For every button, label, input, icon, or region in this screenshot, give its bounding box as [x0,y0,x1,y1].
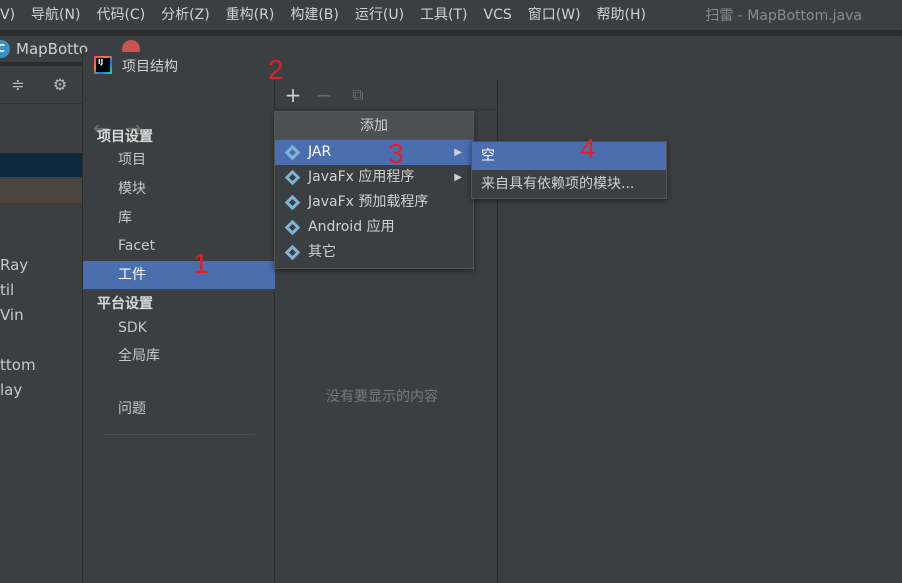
dialog-title: 项目结构 [122,59,178,75]
submenu-arrow-icon: ▶ [454,147,462,158]
main-menubar: V) 导航(N) 代码(C) 分析(Z) 重构(R) 构建(B) 运行(U) 工… [0,0,902,30]
menu-window[interactable]: 窗口(W) [520,0,589,30]
sidebar-item-global-libraries[interactable]: 全局库 [83,342,275,370]
empty-state-text: 没有要显示的内容 [326,389,438,405]
popup-item-label: JavaFx 应用程序 [308,169,415,185]
submenu-arrow-icon: ▶ [454,172,462,183]
sidebar-item-libraries[interactable]: 库 [83,204,275,232]
popup-item-android-application[interactable]: Android 应用 [275,215,473,240]
menu-refactor[interactable]: 重构(R) [218,0,283,30]
submenu-item-from-modules-with-dependencies[interactable]: 来自具有依赖项的模块... [472,170,666,198]
artifacts-toolbar: + − ⧉ [276,80,498,110]
dialog-titlebar[interactable]: IJ 项目结构 [83,52,902,80]
popup-item-javafx-application[interactable]: JavaFx 应用程序 ▶ [275,165,473,190]
artifact-type-icon [284,144,301,161]
submenu-item-empty[interactable]: 空 [472,142,666,170]
menu-run[interactable]: 运行(U) [347,0,412,30]
menu-tools[interactable]: 工具(T) [412,0,475,30]
sidebar-item-problems[interactable]: 问题 [83,395,275,423]
remove-icon[interactable]: − [314,84,334,106]
annotation-step-4: 4 [580,133,596,164]
menu-help[interactable]: 帮助(H) [589,0,654,30]
menu-code[interactable]: 代码(C) [88,0,153,30]
copy-icon[interactable]: ⧉ [348,84,368,106]
popup-item-label: Android 应用 [308,219,395,235]
tree-secondary-highlight [0,179,82,203]
breadcrumb-item-mapbottom[interactable]: MapBotto [16,39,88,59]
artifact-type-icon [284,169,301,186]
gear-icon[interactable]: ⚙ [50,75,70,95]
tree-item[interactable]: ttom [0,356,36,374]
add-icon[interactable]: + [283,84,303,106]
popup-item-jar[interactable]: JAR ▶ [275,140,473,165]
project-settings-header: 项目设置 [97,129,153,145]
sidebar-item-artifacts[interactable]: 工件 [83,261,275,289]
annotation-step-3: 3 [388,138,404,169]
popup-title: 添加 [275,112,473,140]
dialog-sidebar: ← → 项目设置 项目 模块 库 Facet 工件 平台设置 SDK 全局库 问… [83,80,275,583]
tree-item[interactable]: Vin [0,306,24,324]
sidebar-item-modules[interactable]: 模块 [83,175,275,203]
sidebar-item-sdk[interactable]: SDK [83,314,275,342]
project-toolbar: ≑ ⚙ [0,66,82,104]
tree-item[interactable]: lay [0,381,22,399]
sidebar-item-project[interactable]: 项目 [83,146,275,174]
popup-item-javafx-preloader[interactable]: JavaFx 预加载程序 [275,190,473,215]
project-structure-dialog: IJ 项目结构 ← → 项目设置 项目 模块 库 Facet 工件 平台设置 S… [82,52,902,583]
add-artifact-popup: 添加 JAR ▶ JavaFx 应用程序 ▶ JavaFx 预加载程序 Andr… [274,111,474,269]
tree-item[interactable]: Ray [0,256,28,274]
menu-view[interactable]: V) [0,0,23,30]
jar-submenu: 空 来自具有依赖项的模块... [471,141,667,199]
popup-item-other[interactable]: 其它 [275,240,473,265]
artifact-type-icon [284,194,301,211]
popup-item-label: 其它 [308,244,336,260]
menu-navigate[interactable]: 导航(N) [23,0,88,30]
menu-vcs[interactable]: VCS [476,0,520,30]
popup-item-label: JAR [308,144,332,160]
window-title: 扫雷 - MapBottom.java [705,8,862,24]
tree-item[interactable]: til [0,281,14,299]
platform-settings-header: 平台设置 [97,296,153,312]
popup-item-label: JavaFx 预加载程序 [308,194,429,210]
artifact-type-icon [284,244,301,261]
intellij-logo-icon: IJ [94,56,112,74]
sidebar-item-facets[interactable]: Facet [83,232,275,260]
annotation-step-2: 2 [268,54,284,85]
artifact-type-icon [284,219,301,236]
sidebar-divider [103,434,255,435]
menu-analyze[interactable]: 分析(Z) [153,0,218,30]
tree-selection-highlight [0,153,82,177]
menu-build[interactable]: 构建(B) [282,0,347,30]
collapse-icon[interactable]: ≑ [8,75,28,95]
annotation-step-1: 1 [193,248,209,279]
